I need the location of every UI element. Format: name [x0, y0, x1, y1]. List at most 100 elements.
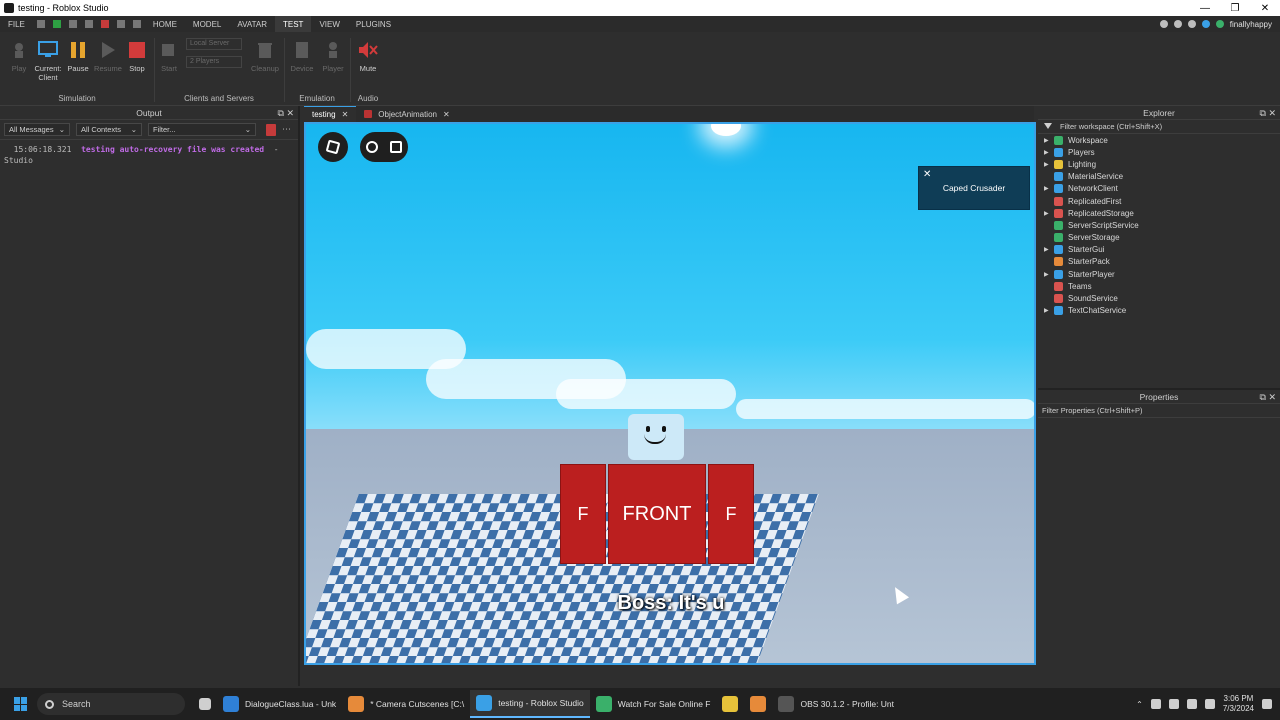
resume-button[interactable]: Resume [93, 32, 123, 73]
mute-button[interactable]: Mute [353, 32, 383, 73]
taskbar-app[interactable]: Watch For Sale Online F [590, 690, 717, 718]
output-header: Output ⧉ ✕ [0, 106, 298, 120]
menu-avatar[interactable]: AVATAR [229, 16, 275, 32]
expand-arrow-icon[interactable]: ▶ [1044, 149, 1054, 156]
expand-arrow-icon[interactable]: ▶ [1044, 271, 1054, 278]
menu-test[interactable]: TEST [275, 16, 312, 32]
tab-label: ObjectAnimation [378, 109, 437, 119]
taskbar-app[interactable]: * Camera Cutscenes [C:\ [342, 690, 470, 718]
chat-icon[interactable] [390, 141, 402, 153]
stop-icon[interactable] [100, 20, 109, 28]
taskbar-search[interactable]: Search [37, 693, 185, 715]
step-icon[interactable] [84, 20, 93, 28]
stop-button[interactable]: Stop [122, 32, 152, 73]
explorer-item[interactable]: StarterPack [1038, 256, 1280, 268]
chevron-up-icon[interactable]: ⌃ [1136, 700, 1143, 709]
help-icon[interactable] [1187, 20, 1196, 28]
expand-arrow-icon[interactable]: ▶ [1044, 161, 1054, 168]
run-icon[interactable] [52, 20, 61, 28]
expand-arrow-icon[interactable]: ▶ [1044, 307, 1054, 314]
cleanup-button[interactable]: Cleanup [250, 32, 280, 73]
more-options-icon[interactable]: ⋯ [282, 124, 291, 135]
close-window-button[interactable]: ✕ [1250, 0, 1280, 16]
taskbar-app[interactable]: DialogueClass.lua - Unk [217, 690, 342, 718]
play-button[interactable]: Play [4, 32, 34, 73]
explorer-item[interactable]: ServerStorage [1038, 232, 1280, 244]
explorer-item[interactable]: ▶ StarterGui [1038, 244, 1280, 256]
output-filter-input[interactable]: Filter... ⌄ [148, 123, 256, 136]
wifi-icon[interactable] [1168, 699, 1179, 709]
collapse-ribbon-icon[interactable] [1159, 20, 1168, 28]
game-viewport[interactable]: ✕ Caped Crusader F FRONT F Boss: It's u [304, 122, 1036, 665]
menu-view[interactable]: VIEW [311, 16, 347, 32]
expand-arrow-icon[interactable]: ▶ [1044, 137, 1054, 144]
current-client-button[interactable]: Current: Client [33, 32, 63, 82]
start-button[interactable]: Start [154, 32, 184, 73]
cloud [736, 399, 1034, 419]
players-select[interactable]: 2 Players [186, 56, 242, 68]
explorer-item[interactable]: ▶ Players [1038, 146, 1280, 158]
server-select[interactable]: Local Server [186, 38, 242, 50]
explorer-item[interactable]: ▶ Lighting [1038, 158, 1280, 170]
tab-object-animation[interactable]: ObjectAnimation ✕ [356, 106, 457, 122]
explorer-item[interactable]: Teams [1038, 280, 1280, 292]
expand-arrow-icon[interactable]: ▶ [1044, 210, 1054, 217]
player-label: Player [322, 64, 344, 73]
menu-file[interactable]: FILE [0, 16, 33, 32]
contexts-filter[interactable]: All Contexts ⌄ [76, 123, 142, 136]
explorer-item-label: StarterPack [1068, 257, 1110, 267]
new-file-icon[interactable] [36, 20, 45, 28]
share-icon[interactable] [1215, 20, 1224, 28]
close-notification-icon[interactable]: ✕ [923, 169, 931, 180]
explorer-item[interactable]: ▶ ReplicatedStorage [1038, 207, 1280, 219]
windows-start-button[interactable] [14, 697, 28, 711]
roblox-menu-button[interactable] [318, 132, 348, 162]
explorer-item[interactable]: MaterialService [1038, 171, 1280, 183]
player-button[interactable]: Player [318, 32, 348, 73]
menu-plugins[interactable]: PLUGINS [348, 16, 399, 32]
microphone-icon[interactable] [1150, 699, 1161, 709]
username[interactable]: finallyhappy [1230, 20, 1272, 29]
expand-arrow-icon[interactable]: ▶ [1044, 185, 1054, 192]
selfview-icon[interactable] [366, 141, 378, 153]
explorer-item[interactable]: ▶ TextChatService [1038, 305, 1280, 317]
explorer-item[interactable]: ▶ NetworkClient [1038, 183, 1280, 195]
tab-testing[interactable]: testing ✕ [304, 106, 357, 122]
quick-access-dropdown-icon[interactable] [132, 20, 141, 28]
menu-model[interactable]: MODEL [185, 16, 229, 32]
expand-arrow-icon[interactable]: ▶ [1044, 246, 1054, 253]
minimize-button[interactable]: — [1190, 0, 1220, 16]
taskbar-app[interactable] [744, 690, 772, 718]
battery-icon[interactable] [1204, 699, 1215, 709]
maximize-button[interactable]: ❐ [1220, 0, 1250, 16]
volume-icon[interactable] [1186, 699, 1197, 709]
team-create-icon[interactable] [1201, 20, 1210, 28]
explorer-item[interactable]: SoundService [1038, 292, 1280, 304]
undo-icon[interactable] [116, 20, 125, 28]
close-tab-icon[interactable]: ✕ [443, 110, 450, 119]
taskbar-app[interactable]: OBS 30.1.2 - Profile: Unt [772, 690, 900, 718]
properties-filter-input[interactable]: Filter Properties (Ctrl+Shift+P) [1038, 404, 1280, 418]
notification-center-icon[interactable] [1262, 699, 1272, 709]
task-view-button[interactable] [193, 690, 217, 718]
explorer-item[interactable]: ReplicatedFirst [1038, 195, 1280, 207]
taskbar-clock[interactable]: 3:06 PM 7/3/2024 [1223, 694, 1254, 714]
notifications-icon[interactable] [1173, 20, 1182, 28]
messages-filter[interactable]: All Messages ⌄ [4, 123, 70, 136]
pause-button[interactable]: Pause [63, 32, 93, 73]
menu-home[interactable]: HOME [145, 16, 185, 32]
explorer-item[interactable]: ▶ StarterPlayer [1038, 268, 1280, 280]
redo-icon[interactable] [68, 20, 77, 28]
close-tab-icon[interactable]: ✕ [342, 110, 349, 119]
clear-output-icon[interactable] [266, 123, 276, 136]
explorer-item[interactable]: ServerScriptService [1038, 219, 1280, 231]
panel-controls[interactable]: ⧉ ✕ [278, 106, 294, 120]
taskbar-app[interactable] [716, 690, 744, 718]
panel-controls[interactable]: ⧉ ✕ [1260, 390, 1276, 404]
explorer-item[interactable]: ▶ Workspace [1038, 134, 1280, 146]
taskbar-app-label: testing - Roblox Studio [498, 698, 584, 708]
taskbar-app[interactable]: testing - Roblox Studio [470, 690, 590, 718]
explorer-filter-input[interactable]: Filter workspace (Ctrl+Shift+X) [1038, 120, 1280, 134]
panel-controls[interactable]: ⧉ ✕ [1260, 106, 1276, 120]
device-button[interactable]: Device [287, 32, 317, 73]
